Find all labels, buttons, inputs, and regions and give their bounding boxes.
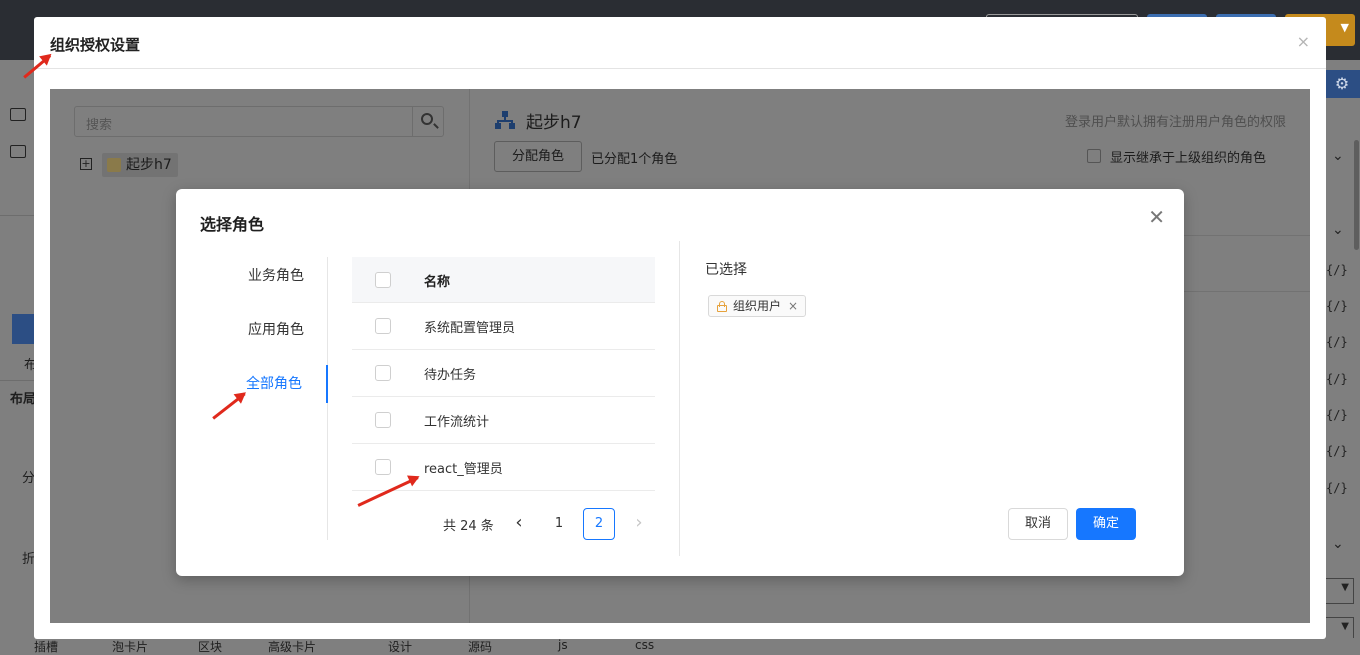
pagination-total: 共 24 条	[443, 519, 494, 534]
permission-hint: 登录用户默认拥有注册用户角色的权限	[1064, 115, 1286, 130]
selected-title: 已选择	[705, 262, 747, 278]
bg-tab: 区块	[198, 640, 223, 654]
role-table: 名称 系统配置管理员 待办任务 工作流统计 react_管理员	[352, 257, 655, 491]
dialog-title: 选择角色	[200, 215, 265, 234]
close-icon[interactable]: ✕	[1148, 207, 1165, 227]
code-tag: {/}	[1326, 372, 1348, 386]
assigned-count: 已分配1个角色	[591, 152, 678, 167]
chevron-down-icon: ⌄	[1332, 536, 1344, 552]
dialog-title: 组织授权设置	[50, 36, 141, 54]
scrollbar	[1354, 140, 1359, 250]
bg-label: 布局	[10, 392, 37, 407]
app-bottom-tabs: 插槽 泡卡片 区块 高级卡片 设计 源码 js css	[0, 638, 1360, 655]
divider	[679, 241, 680, 556]
bg-tab: 插槽	[34, 640, 59, 654]
code-tag: {/}	[1326, 408, 1348, 422]
expand-icon[interactable]: +	[80, 158, 92, 170]
folder-icon	[10, 145, 26, 158]
cancel-button[interactable]: 取消	[1008, 508, 1068, 540]
caret-down-icon: ▼	[1341, 621, 1349, 632]
bg-tab: 高级卡片	[268, 640, 317, 654]
menu-item-business-roles[interactable]: 业务角色	[200, 257, 328, 295]
row-checkbox[interactable]	[375, 459, 391, 475]
code-tag: {/}	[1326, 481, 1348, 495]
select-all-checkbox[interactable]	[375, 272, 391, 288]
caret-down-icon: ▼	[1340, 21, 1349, 34]
page-2-button[interactable]: 2	[583, 508, 615, 540]
gear-icon: ⚙	[1324, 70, 1360, 98]
table-row[interactable]: 系统配置管理员	[352, 303, 655, 350]
next-page-icon[interactable]: ›	[623, 508, 655, 540]
chevron-down-icon: ⌄	[1332, 148, 1344, 164]
bg-tab: js	[558, 638, 568, 652]
role-category-menu: 业务角色 应用角色 全部角色	[200, 257, 328, 540]
menu-item-all-roles[interactable]: 全部角色	[200, 365, 328, 403]
bg-tab: 泡卡片	[112, 640, 149, 654]
selected-role-tag: 组织用户 ×	[708, 295, 807, 317]
search-icon	[421, 113, 433, 125]
remove-tag-icon[interactable]: ×	[788, 296, 798, 316]
table-row[interactable]: 工作流统计	[352, 397, 655, 444]
column-header-name: 名称	[424, 275, 451, 290]
confirm-button[interactable]: 确定	[1076, 508, 1136, 540]
org-title: 起步h7	[526, 113, 582, 133]
code-tag: {/}	[1326, 299, 1348, 313]
bg-tab: 设计	[388, 640, 413, 654]
bg-tab: 源码	[468, 640, 493, 654]
caret-down-icon: ▼	[1341, 582, 1349, 593]
org-structure-icon	[495, 111, 515, 129]
chevron-down-icon: ⌄	[1332, 222, 1344, 238]
code-tag: {/}	[1326, 444, 1348, 458]
inherit-label: 显示继承于上级组织的角色	[1110, 151, 1267, 166]
tree-node[interactable]: 起步h7	[102, 153, 178, 177]
row-checkbox[interactable]	[375, 365, 391, 381]
page-1-button[interactable]: 1	[543, 508, 575, 540]
close-icon[interactable]: ×	[1297, 32, 1310, 51]
tree-node-label: 起步h7	[126, 157, 172, 173]
inherit-checkbox[interactable]	[1087, 149, 1101, 163]
select-role-dialog: 选择角色 ✕ 业务角色 应用角色 全部角色 名称 系统配置管理员 待办任务 工作…	[176, 189, 1184, 576]
role-name: 待办任务	[424, 368, 477, 383]
folder-icon	[10, 108, 26, 121]
code-tag: {/}	[1326, 263, 1348, 277]
assign-role-button[interactable]: 分配角色	[494, 141, 582, 172]
prev-page-icon[interactable]: ‹	[503, 508, 535, 540]
table-row[interactable]: 待办任务	[352, 350, 655, 397]
row-checkbox[interactable]	[375, 318, 391, 334]
role-name: react_管理员	[424, 462, 503, 477]
menu-item-app-roles[interactable]: 应用角色	[200, 311, 328, 349]
search-input[interactable]: 搜索	[74, 106, 444, 137]
search-placeholder: 搜索	[86, 118, 113, 133]
org-node-icon	[107, 158, 121, 172]
row-checkbox[interactable]	[375, 412, 391, 428]
table-row[interactable]: react_管理员	[352, 444, 655, 491]
panel-tab-button	[12, 314, 36, 344]
table-header: 名称	[352, 257, 655, 303]
role-name: 工作流统计	[424, 415, 490, 430]
dialog-header: 组织授权设置 ×	[34, 17, 1326, 69]
bg-tab: css	[635, 638, 655, 652]
selected-role-label: 组织用户	[733, 299, 782, 313]
lock-icon	[717, 301, 727, 312]
code-tag: {/}	[1326, 335, 1348, 349]
search-button[interactable]	[412, 107, 443, 136]
role-name: 系统配置管理员	[424, 321, 516, 336]
